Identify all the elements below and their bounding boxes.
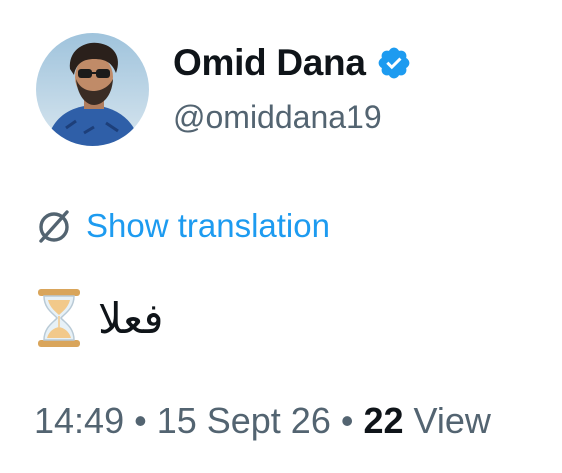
meta-separator: •	[134, 400, 147, 441]
author-name-row: Omid Dana	[173, 38, 412, 88]
show-translation-row[interactable]: Show translation	[34, 203, 330, 249]
tweet-text: فعلا	[98, 293, 164, 343]
tweet-time[interactable]: 14:49	[34, 400, 124, 442]
show-translation-link[interactable]: Show translation	[86, 207, 330, 245]
views-label: View	[413, 400, 491, 441]
avatar[interactable]	[36, 33, 149, 146]
author-handle[interactable]: @omiddana19	[173, 99, 382, 136]
profile-photo-icon	[36, 33, 149, 146]
tweet-body: فعلا	[34, 283, 163, 353]
hourglass-icon	[34, 287, 84, 349]
globe-slash-icon	[34, 206, 74, 246]
views-count[interactable]: 22	[363, 400, 403, 442]
verified-badge-icon[interactable]	[376, 45, 412, 81]
meta-separator-2: •	[340, 400, 354, 441]
tweet-meta: 14:49 • 15 Sept 26 • 22 View	[34, 396, 491, 446]
tweet-date[interactable]: 15 Sept 26	[157, 400, 331, 442]
author-display-name[interactable]: Omid Dana	[173, 42, 366, 84]
tweet-detail: Omid Dana @omiddana19 Show translation ف…	[0, 0, 562, 473]
